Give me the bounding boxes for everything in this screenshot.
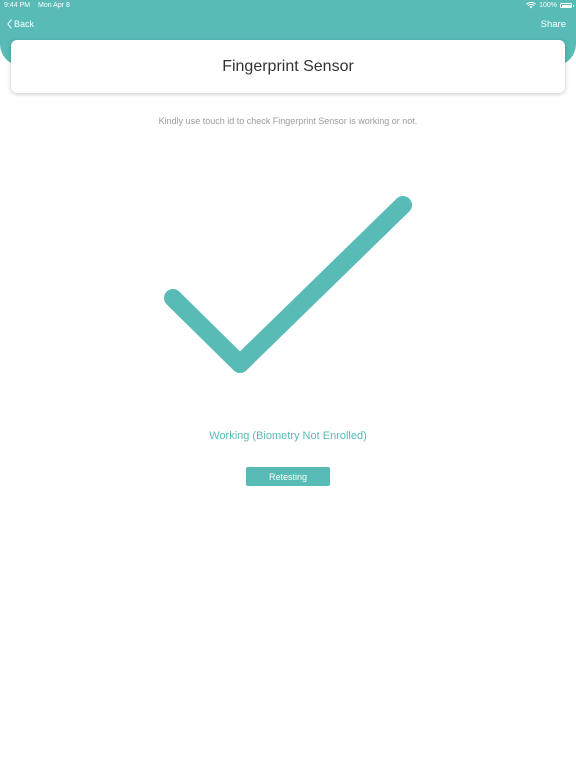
retesting-button[interactable]: Retesting (246, 467, 330, 486)
chevron-left-icon (7, 19, 12, 29)
wifi-icon (526, 2, 536, 9)
battery-fill (561, 4, 571, 7)
title-card: Fingerprint Sensor (11, 40, 565, 93)
status-indicators: 100% (526, 2, 574, 9)
status-bar: 9:44 PM Mon Apr 8 100% (0, 0, 576, 12)
status-time: 9:44 PM (4, 2, 31, 9)
battery-cap (572, 5, 574, 7)
sensor-status-text: Working (Biometry Not Enrolled) (209, 430, 367, 442)
battery-icon (560, 3, 574, 8)
status-date: Mon Apr 8 (38, 2, 70, 9)
back-label: Back (14, 19, 35, 29)
instruction-text: Kindly use touch id to check Fingerprint… (158, 116, 418, 126)
checkmark-icon (164, 196, 412, 373)
share-button[interactable]: Share (541, 19, 566, 30)
page-title: Fingerprint Sensor (222, 57, 354, 75)
battery-percentage: 100% (539, 2, 557, 9)
back-button[interactable]: Back (7, 19, 34, 29)
